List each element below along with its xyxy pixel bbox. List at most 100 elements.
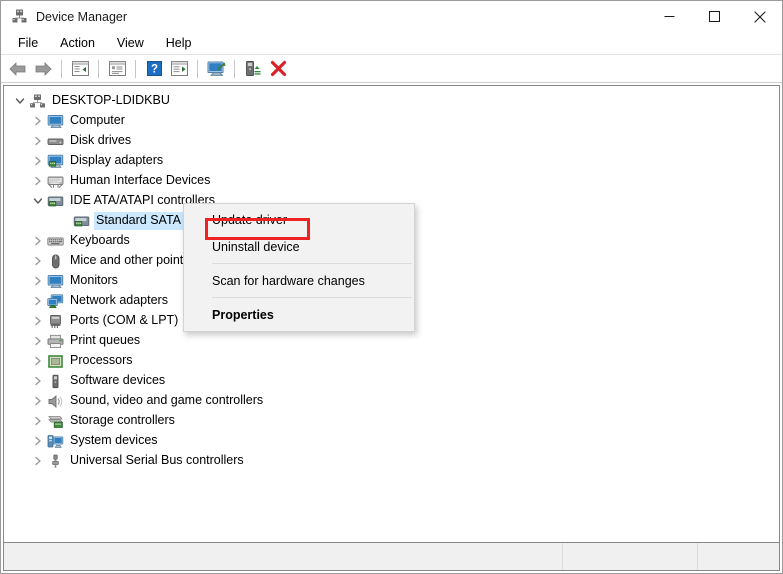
chevron-right-icon[interactable] xyxy=(30,451,46,471)
chevron-right-icon[interactable] xyxy=(30,251,46,271)
ide-controller-icon xyxy=(46,193,64,209)
tree-node[interactable]: Human Interface Devices xyxy=(4,171,779,191)
tree-node[interactable]: Computer xyxy=(4,111,779,131)
tree-node-label: Human Interface Devices xyxy=(70,173,211,187)
tree-node[interactable]: Sound, video and game controllers xyxy=(4,391,779,411)
tree-node[interactable]: Software devices xyxy=(4,371,779,391)
tree-node[interactable]: Storage controllers xyxy=(4,411,779,431)
tree-node-label: DESKTOP-LDIDKBU xyxy=(52,93,170,107)
context-menu: Update driver Uninstall device Scan for … xyxy=(183,203,415,332)
enable-device-icon[interactable] xyxy=(241,57,265,81)
menu-help[interactable]: Help xyxy=(155,34,203,53)
chevron-right-icon[interactable] xyxy=(30,351,46,371)
tree-node[interactable]: System devices xyxy=(4,431,779,451)
mouse-icon xyxy=(46,253,64,269)
chevron-right-icon[interactable] xyxy=(30,331,46,351)
menu-file[interactable]: File xyxy=(7,34,49,53)
update-driver-icon[interactable] xyxy=(204,57,228,81)
context-menu-item-update-driver[interactable]: Update driver xyxy=(184,206,414,233)
tree-node[interactable]: Processors xyxy=(4,351,779,371)
chevron-down-icon[interactable] xyxy=(12,91,28,111)
printer-icon xyxy=(46,333,64,349)
chevron-right-icon[interactable] xyxy=(30,111,46,131)
device-manager-window: Device Manager File Action View Help ? D… xyxy=(0,0,783,574)
maximize-button[interactable] xyxy=(692,1,737,32)
usb-icon xyxy=(46,453,64,469)
chevron-right-icon[interactable] xyxy=(30,131,46,151)
tree-node-label: Print queues xyxy=(70,333,141,347)
storage-controller-icon xyxy=(46,413,64,429)
tree-node[interactable]: DESKTOP-LDIDKBU xyxy=(4,91,779,111)
tree-node[interactable]: Display adapters xyxy=(4,151,779,171)
system-device-icon xyxy=(46,433,64,449)
status-cell-tertiary xyxy=(698,543,779,570)
status-bar xyxy=(3,542,780,571)
properties-icon[interactable] xyxy=(105,57,129,81)
chevron-right-icon[interactable] xyxy=(30,291,46,311)
device-manager-icon xyxy=(11,8,28,25)
tree-node-label: Storage controllers xyxy=(70,413,175,427)
chevron-right-icon[interactable] xyxy=(30,371,46,391)
computer-tower-icon xyxy=(28,93,46,109)
toolbar-separator xyxy=(234,59,235,78)
tree-node-label: Sound, video and game controllers xyxy=(70,393,264,407)
monitor-icon xyxy=(46,113,64,129)
tree-node-label: Ports (COM & LPT) xyxy=(70,313,179,327)
toolbar-separator xyxy=(197,59,198,78)
status-cell-secondary xyxy=(563,543,698,570)
chevron-down-icon[interactable] xyxy=(30,191,46,211)
minimize-button[interactable] xyxy=(647,1,692,32)
chevron-right-icon[interactable] xyxy=(30,151,46,171)
back-icon[interactable] xyxy=(6,57,30,81)
help-icon[interactable]: ? xyxy=(142,57,166,81)
status-cell-main xyxy=(4,543,563,570)
tree-node-label: Monitors xyxy=(70,273,118,287)
tree-node-label: Universal Serial Bus controllers xyxy=(70,453,244,467)
tree-node-label: Display adapters xyxy=(70,153,164,167)
chevron-right-icon[interactable] xyxy=(30,431,46,451)
context-menu-item-scan-for-hardware-changes[interactable]: Scan for hardware changes xyxy=(184,267,414,294)
toolbar: ? xyxy=(1,55,782,83)
tree-node[interactable]: Print queues xyxy=(4,331,779,351)
window-title: Device Manager xyxy=(36,9,128,24)
toolbar-separator xyxy=(61,59,62,78)
monitor-icon xyxy=(46,273,64,289)
close-button[interactable] xyxy=(737,1,782,32)
chevron-right-icon[interactable] xyxy=(30,231,46,251)
disk-drive-icon xyxy=(46,133,64,149)
keyboard-icon xyxy=(46,233,64,249)
chevron-right-icon[interactable] xyxy=(30,271,46,291)
menu-view[interactable]: View xyxy=(106,34,155,53)
tree-node-label: Network adapters xyxy=(70,293,168,307)
processor-icon xyxy=(46,353,64,369)
port-icon xyxy=(46,313,64,329)
context-menu-item-uninstall-device[interactable]: Uninstall device xyxy=(184,233,414,260)
twisty-placeholder xyxy=(56,211,72,231)
tree-node-label: Disk drives xyxy=(70,133,132,147)
svg-text:?: ? xyxy=(150,64,157,76)
chevron-right-icon[interactable] xyxy=(30,171,46,191)
tree-pane-wrapper: DESKTOP-LDIDKBU Computer Disk drives Displa… xyxy=(1,83,782,542)
title-bar-left: Device Manager xyxy=(1,8,127,25)
display-adapter-icon xyxy=(46,153,64,169)
scan-for-hardware-changes-icon[interactable] xyxy=(167,57,191,81)
toolbar-separator xyxy=(98,59,99,78)
chevron-right-icon[interactable] xyxy=(30,311,46,331)
context-menu-item-properties[interactable]: Properties xyxy=(184,301,414,328)
software-device-icon xyxy=(46,373,64,389)
uninstall-device-icon[interactable] xyxy=(266,57,290,81)
toolbar-separator xyxy=(135,59,136,78)
context-menu-separator xyxy=(212,297,412,298)
ide-controller-icon xyxy=(72,213,90,229)
tree-node[interactable]: Disk drives xyxy=(4,131,779,151)
chevron-right-icon[interactable] xyxy=(30,411,46,431)
tree-node-label: System devices xyxy=(70,433,158,447)
chevron-right-icon[interactable] xyxy=(30,391,46,411)
tree-node[interactable]: Universal Serial Bus controllers xyxy=(4,451,779,471)
menu-action[interactable]: Action xyxy=(49,34,106,53)
network-adapter-icon xyxy=(46,293,64,309)
tree-node-label: Software devices xyxy=(70,373,166,387)
show-hide-console-tree-icon[interactable] xyxy=(68,57,92,81)
forward-icon[interactable] xyxy=(31,57,55,81)
tree-node-label: Keyboards xyxy=(70,233,130,247)
